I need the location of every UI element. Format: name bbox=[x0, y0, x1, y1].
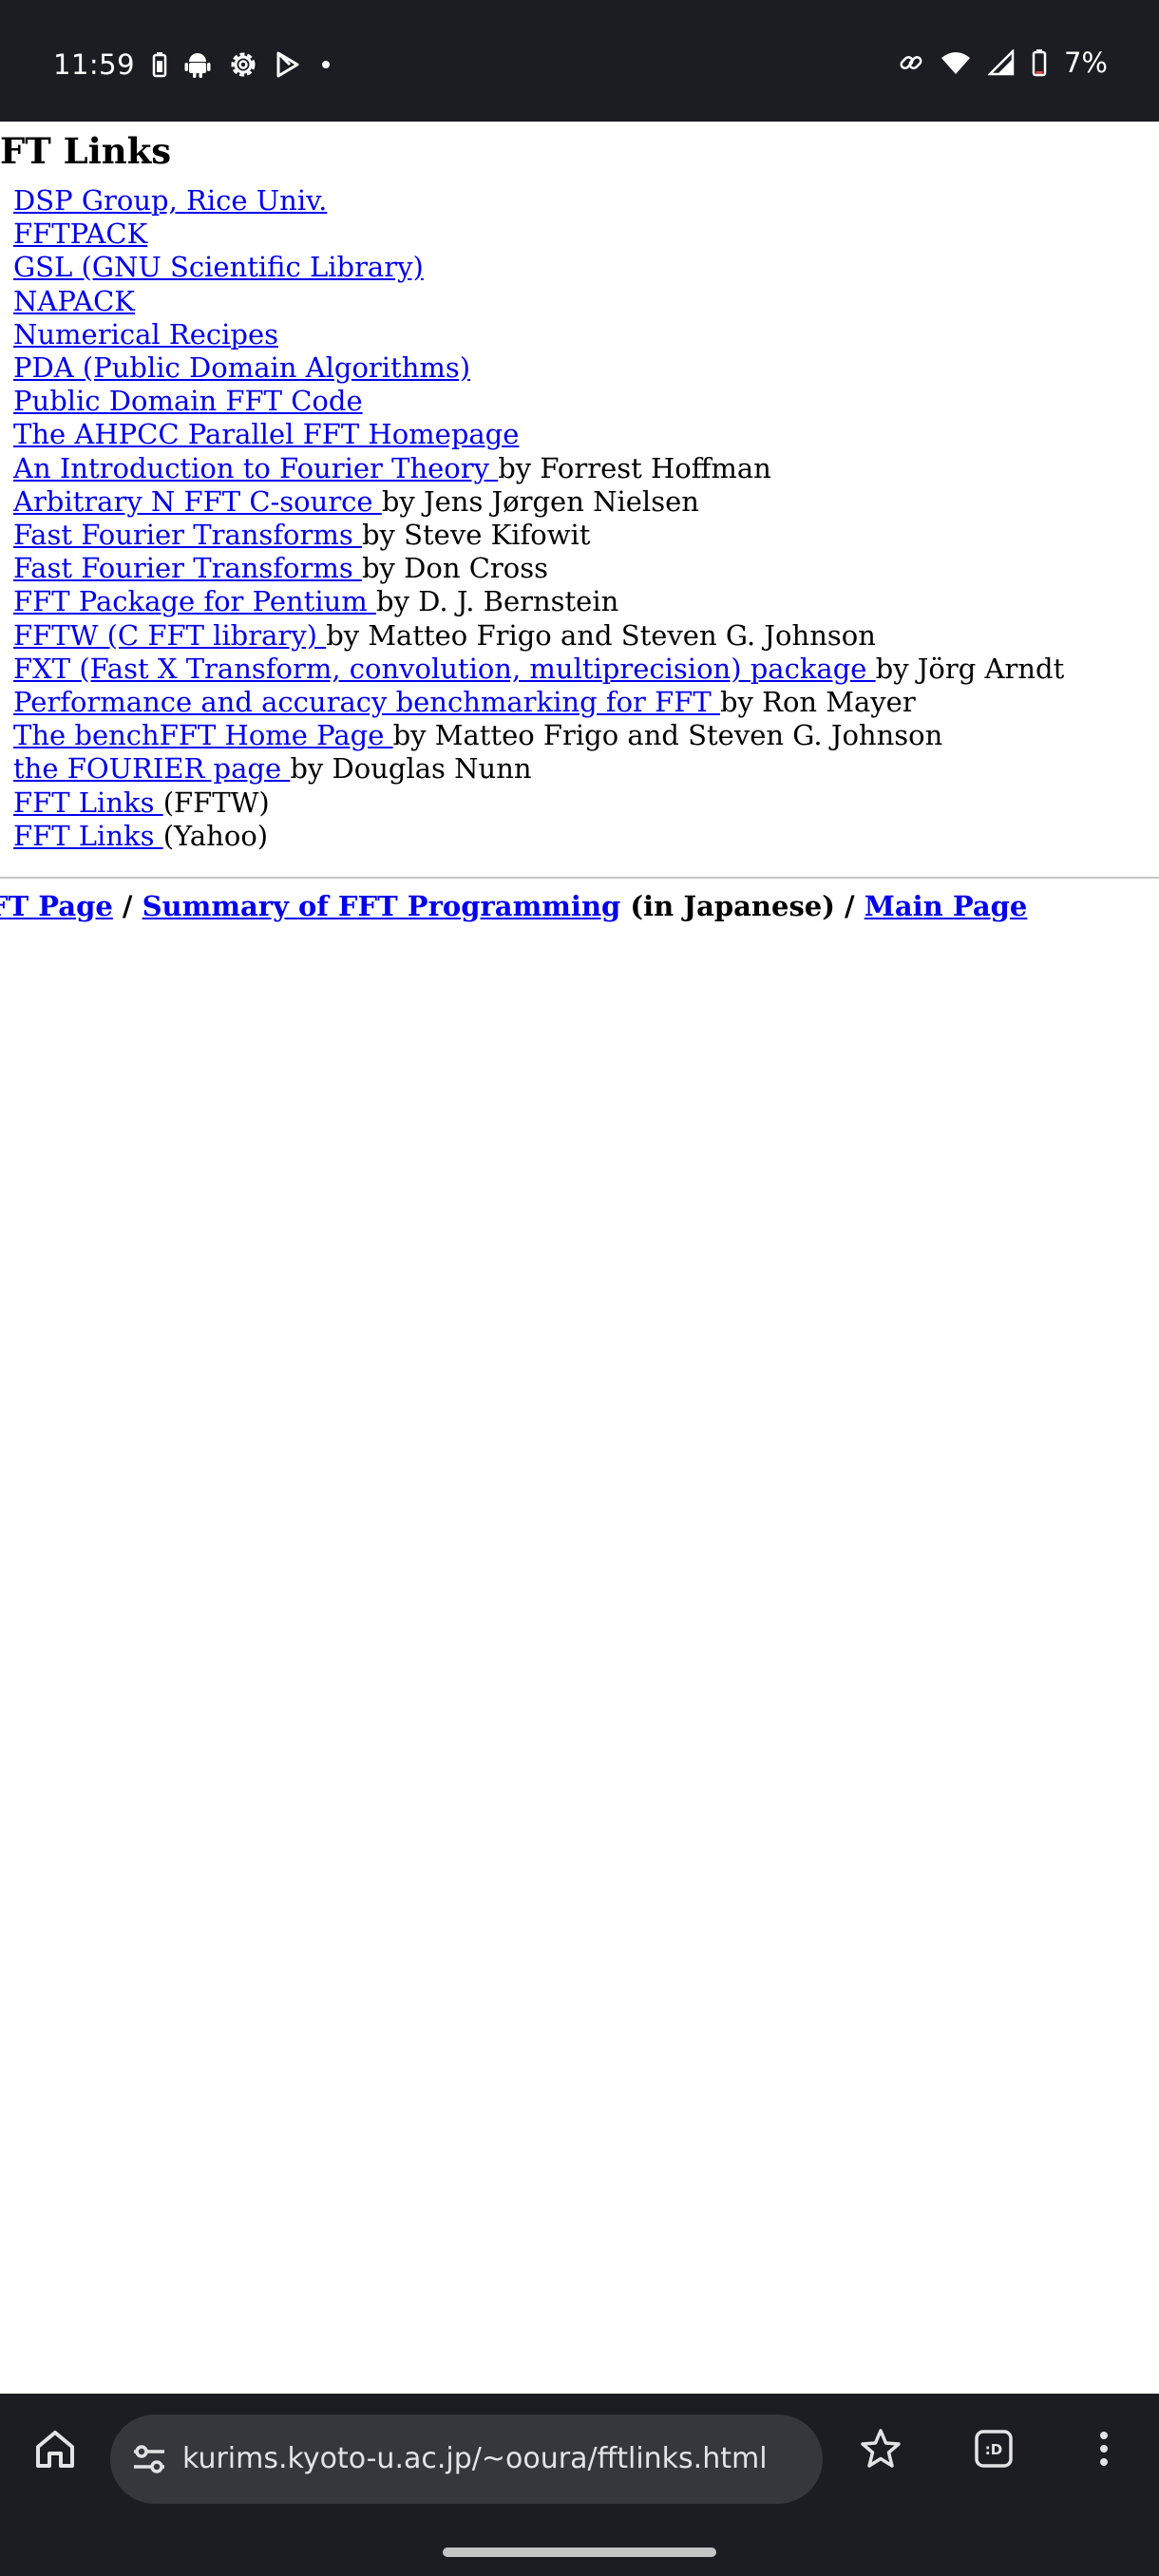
page-title: FT Links bbox=[0, 130, 172, 172]
list-item: the FOURIER page by Douglas Nunn bbox=[13, 752, 1064, 786]
link-performance-benchmarking[interactable]: Performance and accuracy benchmarking fo… bbox=[13, 686, 720, 718]
list-item: An Introduction to Fourier Theory by For… bbox=[13, 452, 1064, 485]
status-time: 11:59 bbox=[53, 48, 136, 81]
status-bar: 11:59 7% bbox=[0, 0, 1159, 122]
link-dsp-group-rice[interactable]: DSP Group, Rice Univ. bbox=[13, 184, 327, 217]
list-item: PDA (Public Domain Algorithms) bbox=[13, 351, 1064, 385]
battery-icon bbox=[1032, 48, 1047, 77]
play-store-icon bbox=[276, 51, 300, 78]
list-item: FFT Package for Pentium by D. J. Bernste… bbox=[13, 585, 1064, 618]
link-fast-fourier-transforms-cross[interactable]: Fast Fourier Transforms bbox=[13, 552, 362, 584]
bookmark-star-icon bbox=[861, 2429, 901, 2468]
omnibox[interactable]: kurims.kyoto-u.ac.jp/~ooura/fftlinks.htm… bbox=[110, 2415, 823, 2504]
link-author: by Forrest Hoffman bbox=[498, 451, 771, 484]
list-item: FFT Links (FFTW) bbox=[13, 786, 1064, 820]
home-icon bbox=[36, 2431, 74, 2468]
link-fourier-page[interactable]: the FOURIER page bbox=[13, 752, 290, 785]
list-item: Arbitrary N FFT C-source by Jens Jørgen … bbox=[13, 485, 1064, 519]
svg-text::D: :D bbox=[985, 2441, 1002, 2458]
link-napack[interactable]: NAPACK bbox=[13, 285, 135, 317]
link-intro-fourier-theory[interactable]: An Introduction to Fourier Theory bbox=[13, 452, 498, 484]
list-item: NAPACK bbox=[13, 285, 1064, 318]
list-item: The benchFFT Home Page by Matteo Frigo a… bbox=[13, 719, 1064, 752]
footer-suffix: (in Japanese) / bbox=[620, 890, 864, 922]
settings-gear-icon bbox=[228, 49, 258, 80]
link-author: by Don Cross bbox=[361, 552, 549, 585]
list-item: Performance and accuracy benchmarking fo… bbox=[13, 686, 1064, 719]
gesture-navigation-bar[interactable] bbox=[443, 2548, 716, 2557]
url-text[interactable]: kurims.kyoto-u.ac.jp/~ooura/fftlinks.htm… bbox=[182, 2415, 768, 2504]
fft-link-list: DSP Group, Rice Univ. FFTPACK GSL (GNU S… bbox=[13, 184, 1064, 853]
overflow-menu-icon bbox=[1100, 2432, 1108, 2466]
list-item: Fast Fourier Transforms by Steve Kifowit bbox=[13, 519, 1064, 552]
link-fxt[interactable]: FXT (Fast X Transform, convolution, mult… bbox=[13, 653, 876, 685]
dot-icon bbox=[317, 56, 334, 73]
web-page-content: FT Links DSP Group, Rice Univ. FFTPACK G… bbox=[0, 122, 1159, 2394]
link-fft-package-pentium[interactable]: FFT Package for Pentium bbox=[13, 585, 376, 617]
footer-link-main-page[interactable]: Main Page bbox=[864, 890, 1028, 922]
link-benchfft[interactable]: The benchFFT Home Page bbox=[13, 719, 393, 751]
bookmark-button[interactable] bbox=[852, 2420, 909, 2477]
footer-link-summary-fft-programming[interactable]: Summary of FFT Programming bbox=[142, 890, 621, 922]
footer-separator: / bbox=[112, 890, 142, 922]
link-icon bbox=[899, 50, 923, 75]
list-item: FFT Links (Yahoo) bbox=[13, 820, 1064, 853]
link-author: by D. J. Bernstein bbox=[376, 585, 619, 618]
status-left-group: 11:59 bbox=[53, 46, 334, 84]
list-item: DSP Group, Rice Univ. bbox=[13, 184, 1064, 218]
link-author: by Matteo Frigo and Steven G. Johnson bbox=[326, 618, 876, 652]
overflow-menu-button[interactable] bbox=[1075, 2420, 1132, 2477]
cellular-signal-icon bbox=[987, 49, 1015, 76]
horizontal-rule bbox=[0, 877, 1159, 879]
link-fftpack[interactable]: FFTPACK bbox=[13, 218, 147, 250]
battery-percent: 7% bbox=[1063, 47, 1108, 79]
footer-nav: FT Page / Summary of FFT Programming (in… bbox=[0, 887, 1027, 925]
list-item: FFTW (C FFT library) by Matteo Frigo and… bbox=[13, 619, 1064, 653]
status-right-group: 7% bbox=[899, 44, 1108, 82]
link-author: by Jens Jørgen Nielsen bbox=[381, 484, 699, 518]
list-item: The AHPCC Parallel FFT Homepage bbox=[13, 418, 1064, 451]
link-arbitrary-n-fft[interactable]: Arbitrary N FFT C-source bbox=[13, 485, 382, 518]
link-fftw[interactable]: FFTW (C FFT library) bbox=[13, 619, 326, 652]
list-item: Numerical Recipes bbox=[13, 318, 1064, 351]
link-public-domain-fft-code[interactable]: Public Domain FFT Code bbox=[13, 385, 363, 417]
list-item: Public Domain FFT Code bbox=[13, 385, 1064, 418]
link-author: by Douglas Nunn bbox=[290, 752, 532, 786]
link-fft-links-fftw[interactable]: FFT Links bbox=[13, 786, 163, 819]
link-suffix: (Yahoo) bbox=[162, 819, 269, 852]
tab-switcher-button[interactable]: :D bbox=[965, 2420, 1022, 2477]
link-fft-links-yahoo[interactable]: FFT Links bbox=[13, 820, 163, 852]
link-suffix: (FFTW) bbox=[162, 786, 270, 819]
link-ahpcc-parallel-fft[interactable]: The AHPCC Parallel FFT Homepage bbox=[13, 418, 519, 450]
link-author: by Jörg Arndt bbox=[875, 652, 1065, 685]
battery-saver-icon bbox=[152, 51, 167, 78]
browser-toolbar: kurims.kyoto-u.ac.jp/~ooura/fftlinks.htm… bbox=[0, 2394, 1159, 2576]
site-settings-icon[interactable] bbox=[127, 2437, 171, 2481]
link-fast-fourier-transforms-kifowit[interactable]: Fast Fourier Transforms bbox=[13, 519, 362, 551]
list-item: FXT (Fast X Transform, convolution, mult… bbox=[13, 653, 1064, 686]
tab-switcher-icon: :D bbox=[975, 2430, 1013, 2468]
list-item: GSL (GNU Scientific Library) bbox=[13, 251, 1064, 284]
android-icon bbox=[184, 50, 211, 79]
list-item: FFTPACK bbox=[13, 218, 1064, 251]
link-pda[interactable]: PDA (Public Domain Algorithms) bbox=[13, 351, 470, 384]
link-author: by Ron Mayer bbox=[719, 686, 916, 719]
link-author: by Matteo Frigo and Steven G. Johnson bbox=[392, 719, 943, 752]
link-gsl[interactable]: GSL (GNU Scientific Library) bbox=[13, 251, 424, 283]
list-item: Fast Fourier Transforms by Don Cross bbox=[13, 552, 1064, 585]
wifi-icon bbox=[940, 50, 971, 75]
footer-link-fft-page[interactable]: FT Page bbox=[0, 890, 113, 922]
home-button[interactable] bbox=[27, 2420, 84, 2477]
link-numerical-recipes[interactable]: Numerical Recipes bbox=[13, 318, 278, 350]
link-author: by Steve Kifowit bbox=[361, 519, 591, 552]
